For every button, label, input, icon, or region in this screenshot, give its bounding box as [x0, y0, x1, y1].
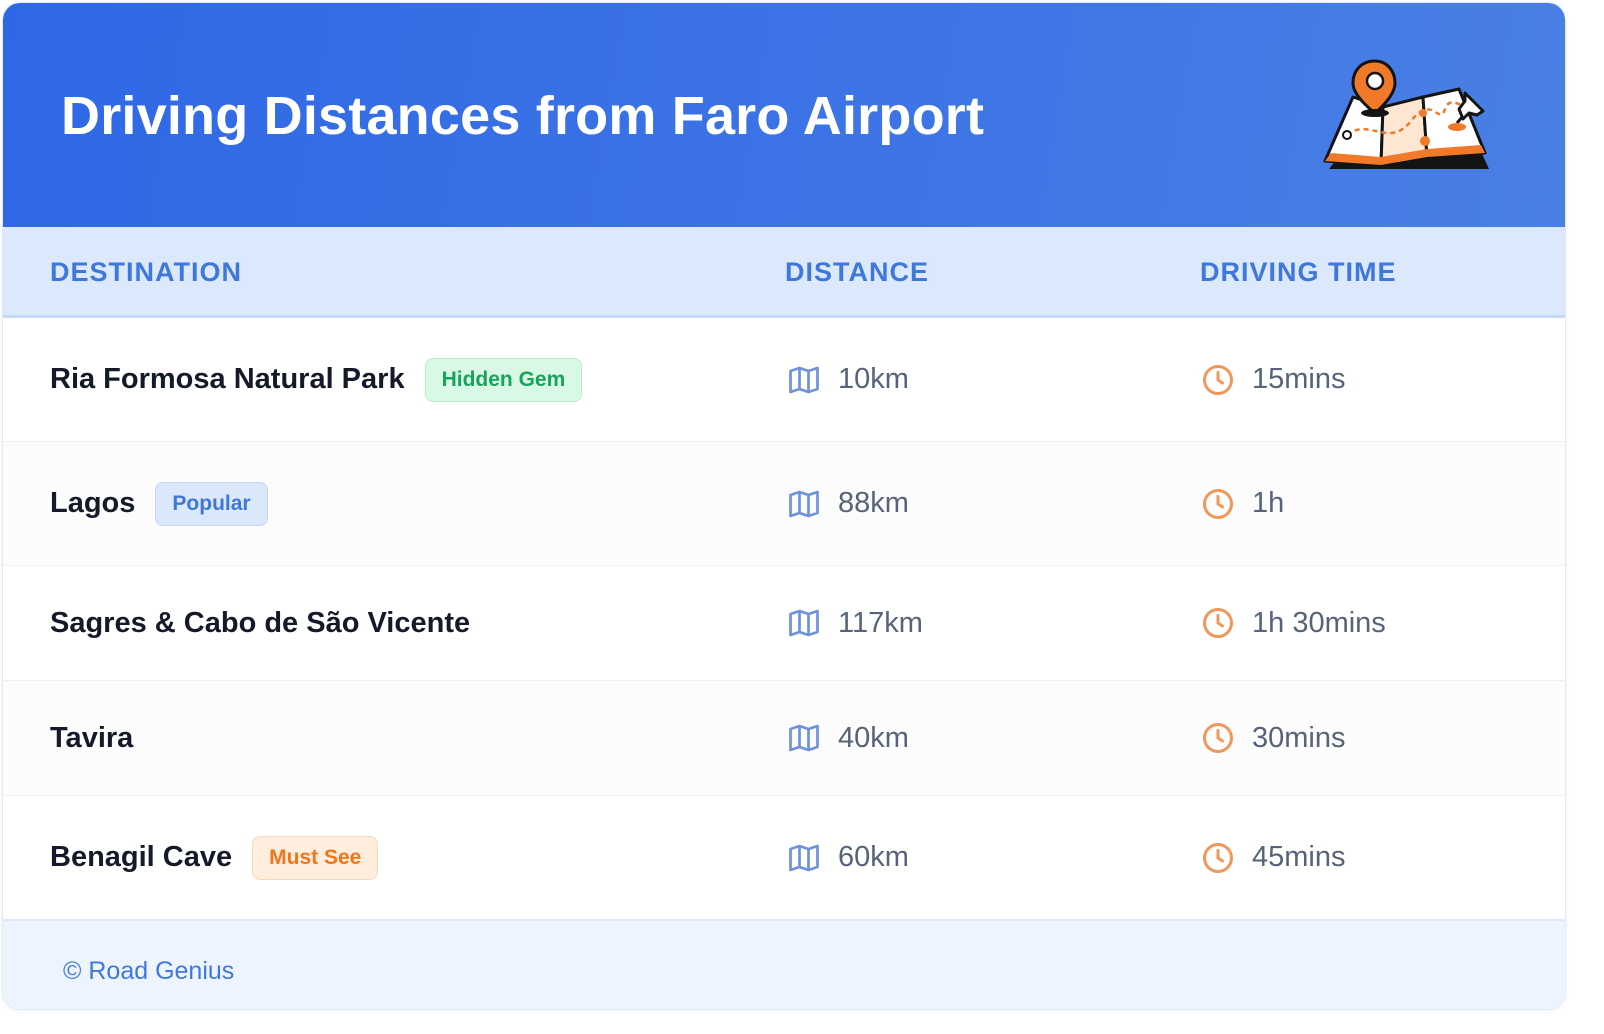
hidden-gem-badge: Hidden Gem: [424, 357, 583, 402]
destination-name: Lagos: [50, 487, 136, 519]
table-row[interactable]: Lagos Popular 88km 1h: [3, 442, 1565, 566]
map-icon: [789, 609, 819, 637]
time-value: 1h: [1252, 487, 1285, 519]
card-header: Driving Distances from Faro Airport: [3, 3, 1565, 227]
time-cell: 30mins: [1200, 681, 1346, 795]
table-row[interactable]: Sagres & Cabo de São Vicente 117km 1h 30…: [3, 566, 1565, 681]
time-value: 1h 30mins: [1252, 606, 1386, 639]
distance-cell: 40km: [786, 681, 909, 795]
distance-cell: 88km: [786, 442, 909, 565]
destination-name: Ria Formosa Natural Park: [50, 363, 405, 395]
table-row[interactable]: Ria Formosa Natural Park Hidden Gem 10km…: [3, 318, 1565, 442]
distance-cell: 117km: [786, 566, 923, 680]
clock-icon: [1203, 488, 1233, 519]
distance-value: 60km: [838, 841, 909, 873]
map-icon: [789, 724, 819, 752]
map-icon: [789, 844, 819, 871]
map-icon: [789, 490, 819, 517]
must-see-badge: Must See: [252, 835, 379, 880]
clock-icon: [1203, 364, 1233, 395]
destination-cell: Ria Formosa Natural Park Hidden Gem: [50, 318, 583, 441]
destination-name: Sagres & Cabo de São Vicente: [50, 606, 471, 639]
destination-cell: Sagres & Cabo de São Vicente: [50, 566, 470, 680]
distance-value: 40km: [838, 721, 909, 754]
distance-cell: 60km: [786, 796, 909, 919]
distance-value: 10km: [838, 363, 909, 395]
copyright-text: © Road Genius: [63, 957, 235, 985]
distance-value: 88km: [838, 487, 909, 519]
table-row[interactable]: Benagil Cave Must See 60km 45mins: [3, 796, 1565, 919]
table-header: DESTINATION DISTANCE DRIVING TIME: [3, 227, 1565, 318]
destination-cell: Benagil Cave Must See: [50, 796, 379, 919]
destination-cell: Tavira: [50, 681, 133, 795]
clock-icon: [1203, 842, 1233, 873]
map-with-pin-icon: [1323, 59, 1489, 169]
time-cell: 15mins: [1200, 318, 1346, 441]
column-header-destination[interactable]: DESTINATION: [50, 257, 242, 288]
distance-cell: 10km: [786, 318, 909, 441]
time-cell: 1h: [1200, 442, 1284, 565]
distance-value: 117km: [838, 606, 923, 639]
time-value: 30mins: [1252, 721, 1346, 754]
clock-icon: [1203, 723, 1233, 753]
destination-name: Benagil Cave: [50, 841, 233, 873]
distance-card: Driving Distances from Faro Airport DEST…: [2, 2, 1566, 1010]
table-row[interactable]: Tavira 40km 30mins: [3, 681, 1565, 796]
column-header-driving-time[interactable]: DRIVING TIME: [1200, 257, 1397, 288]
destination-name: Tavira: [50, 721, 134, 754]
destination-cell: Lagos Popular: [50, 442, 268, 565]
column-header-distance[interactable]: DISTANCE: [785, 257, 929, 288]
popular-badge: Popular: [155, 481, 268, 526]
clock-icon: [1203, 608, 1233, 638]
card-footer: © Road Genius: [3, 919, 1565, 1009]
page-title: Driving Distances from Faro Airport: [61, 86, 985, 146]
time-value: 15mins: [1252, 363, 1346, 395]
time-cell: 1h 30mins: [1200, 566, 1386, 680]
time-cell: 45mins: [1200, 796, 1346, 919]
map-icon: [789, 366, 819, 393]
time-value: 45mins: [1252, 841, 1346, 873]
